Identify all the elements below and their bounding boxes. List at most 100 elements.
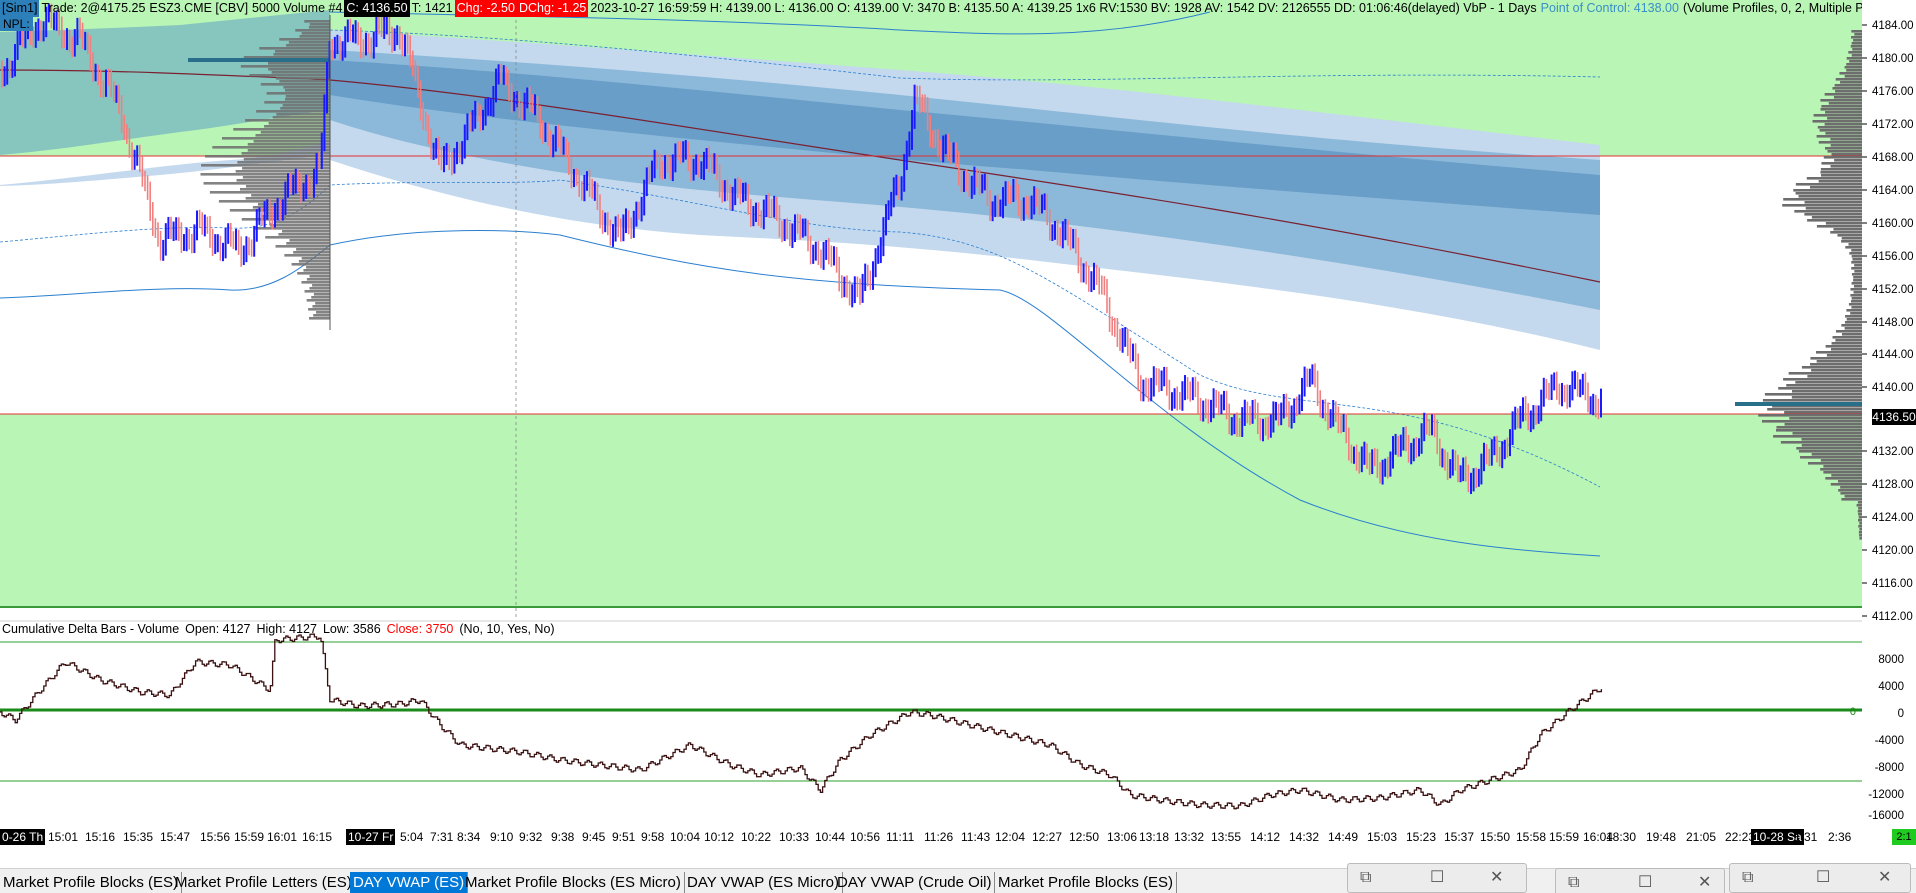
chart-tab[interactable]: Market Profile Letters (ES) [172, 872, 356, 893]
time-axis-label: 16:15 [302, 830, 333, 844]
maximize-icon[interactable]: ☐ [1816, 868, 1830, 888]
profile-row [205, 155, 330, 158]
time-axis-label: 19:48 [1646, 830, 1677, 844]
profile-row [1801, 366, 1862, 369]
profile-row [1852, 48, 1862, 51]
profile-row [1821, 105, 1862, 108]
chart-tab[interactable]: Market Profile Blocks (ES) [0, 872, 183, 893]
profile-row [1816, 225, 1862, 228]
profile-row [256, 110, 330, 113]
price-axis-label: 4176.00 [1872, 86, 1914, 98]
profile-row [299, 35, 330, 38]
restore-icon[interactable]: ⧉ [1360, 868, 1371, 888]
minimized-window-3[interactable]: ⧉ ☐ ✕ [1729, 863, 1911, 893]
chart-tab[interactable]: DAY VWAP (ES Micro) [684, 872, 843, 893]
restore-icon[interactable]: ⧉ [1568, 873, 1579, 893]
close-icon[interactable]: ✕ [1698, 873, 1711, 893]
profile-row [1853, 291, 1862, 294]
profile-row [1815, 351, 1862, 354]
profile-row [1846, 309, 1862, 312]
profile-row [313, 314, 330, 317]
profile-row [1853, 39, 1862, 42]
chart-tab[interactable]: DAY VWAP (ES) [350, 872, 469, 893]
profile-row [1823, 465, 1862, 468]
profile-row [261, 215, 330, 218]
close-icon[interactable]: ✕ [1878, 868, 1891, 888]
panel-divider [0, 606, 1862, 608]
profile-row [1831, 342, 1862, 345]
timezone-badge[interactable]: 2:1 [1892, 829, 1916, 845]
time-axis-label: 13:06 [1107, 830, 1138, 844]
price-axis[interactable]: 4184.00 4180.00 4176.00 4172.00 4168.00 4164.… [1862, 0, 1916, 623]
bar-type-label[interactable]: 5000 Volume #4 [250, 0, 344, 17]
restore-icon[interactable]: ⧉ [1742, 868, 1753, 888]
profile-row [1851, 306, 1862, 309]
profile-row [304, 20, 330, 23]
profile-row [251, 194, 330, 197]
profile-row [241, 218, 330, 221]
maximize-icon[interactable]: ☐ [1430, 868, 1444, 888]
npl-label: NPL: [0, 17, 33, 31]
chart-tab[interactable]: Market Profile Blocks (ES Micro) [462, 872, 685, 893]
chart-tab[interactable]: Market Profile Blocks (ES) [995, 872, 1178, 893]
trade-info: Trade: 2@4175.25 [41, 1, 146, 15]
time-axis-label: 10:12 [704, 830, 735, 844]
profile-row [1827, 150, 1862, 153]
profile-row [1841, 333, 1862, 336]
close-icon[interactable]: ✕ [1490, 868, 1503, 888]
profile-row [296, 248, 330, 251]
profile-row [218, 200, 330, 203]
profile-row [1820, 459, 1862, 462]
profile-row [1849, 60, 1862, 63]
profile-row [233, 128, 330, 131]
profile-row [1792, 432, 1862, 435]
profile-row [1848, 303, 1862, 306]
profile-row [1840, 492, 1862, 495]
profile-row [1851, 30, 1862, 33]
profile-row [1852, 258, 1862, 261]
profile-row [291, 263, 330, 266]
profile-row [260, 131, 330, 134]
time-axis-label: 12:04 [995, 830, 1026, 844]
profile-row [1858, 519, 1862, 522]
profile-row [268, 62, 330, 65]
profile-row [1811, 453, 1862, 456]
profile-row [1812, 120, 1862, 123]
profile-row [309, 275, 330, 278]
instrument-label[interactable]: ESZ3.CME [CBV] [147, 0, 250, 17]
profile-row [1858, 516, 1862, 519]
profile-row [1804, 213, 1862, 216]
profile-row [306, 278, 330, 281]
profile-row [1851, 54, 1862, 57]
profile-row [1837, 480, 1862, 483]
profile-row [1808, 462, 1862, 465]
profile-row [309, 23, 330, 26]
price-axis-label: 4116.00 [1872, 578, 1913, 590]
profile-row [1850, 288, 1862, 291]
chart-window: 4184.00 4180.00 4176.00 4172.00 4168.00 4164.… [0, 0, 1916, 893]
minimized-window-1[interactable]: ⧉ ☐ ✕ [1347, 863, 1527, 893]
profile-row [271, 71, 330, 74]
profile-row [1795, 192, 1862, 195]
profile-row [293, 251, 330, 254]
maximize-icon[interactable]: ☐ [1638, 873, 1652, 893]
time-axis-label: 14:49 [1328, 830, 1359, 844]
profile-row [303, 269, 330, 272]
profile-row [1805, 207, 1862, 210]
price-axis-label: 4164.00 [1872, 185, 1914, 197]
profile-row [1784, 411, 1862, 414]
profile-row [1858, 513, 1862, 516]
time-axis-label: 15:16 [85, 830, 116, 844]
profile-row [1820, 168, 1862, 171]
time-axis-label: 10:22 [741, 830, 772, 844]
profile-row [1851, 249, 1862, 252]
chart-canvas[interactable]: 4184.00 4180.00 4176.00 4172.00 4168.00 4164.… [0, 0, 1916, 868]
profile-row [1825, 147, 1862, 150]
profile-row [295, 29, 330, 32]
time-axis-label: 15:56 [200, 830, 231, 844]
profile-row [1778, 387, 1862, 390]
chart-tab[interactable]: DAY VWAP (Crude Oil) [834, 872, 996, 893]
profile-row [1825, 111, 1862, 114]
minimized-window-2[interactable]: ⧉ ☐ ✕ [1555, 868, 1725, 893]
change-label: Chg: -2.50 [454, 0, 517, 17]
